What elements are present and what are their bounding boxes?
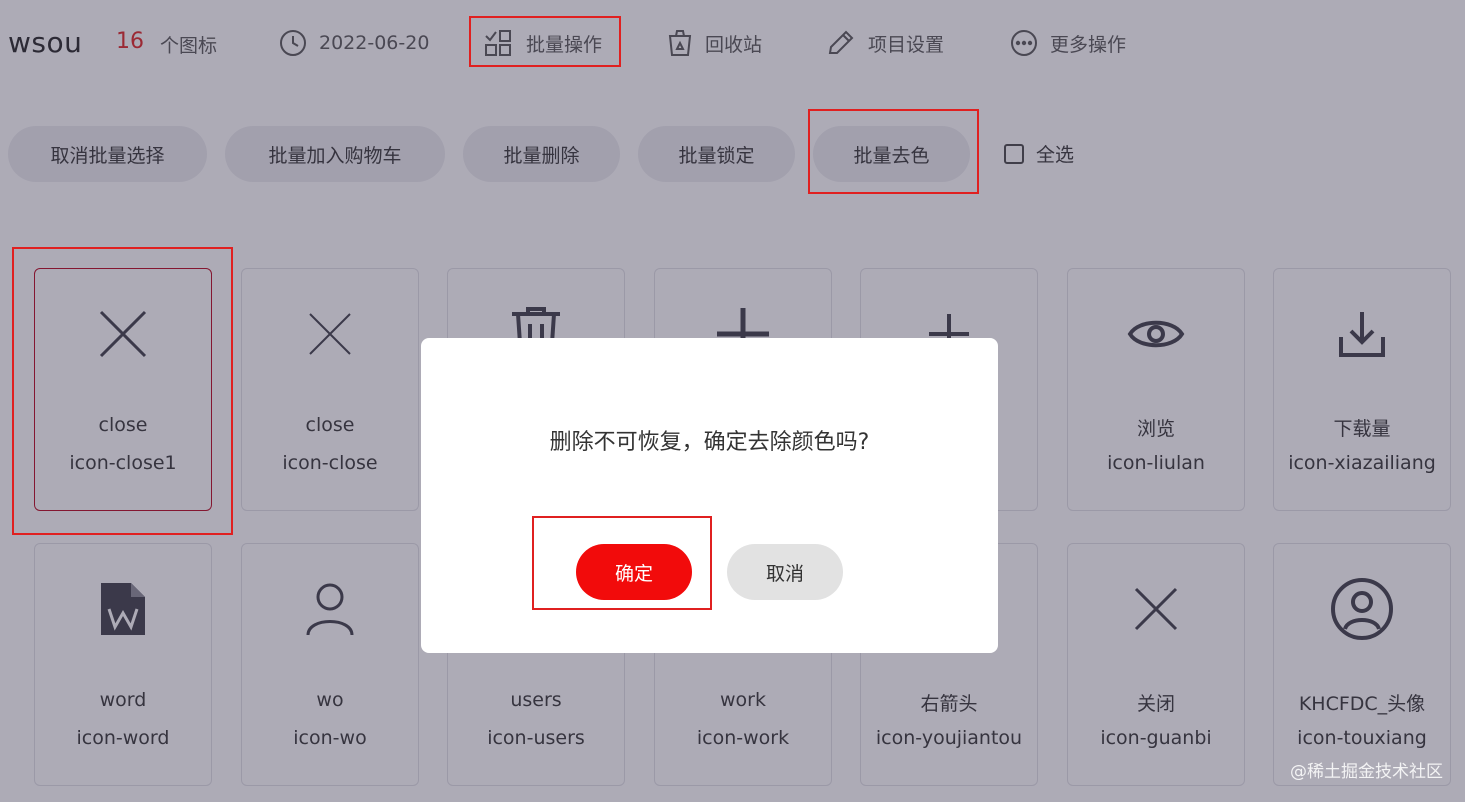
highlight-box [12,247,233,535]
highlight-box [532,516,712,610]
dialog-message: 删除不可恢复，确定去除颜色吗? [549,430,870,455]
watermark: @稀土掘金技术社区 [1290,762,1443,782]
highlight-box [469,16,621,67]
cancel-button[interactable]: 取消 [727,544,843,600]
highlight-box [808,109,979,194]
